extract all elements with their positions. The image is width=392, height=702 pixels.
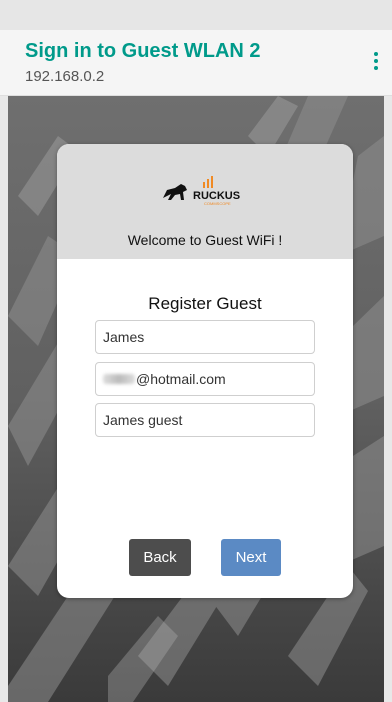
card-header: RUCKUS COMMSCOPE Welcome to Guest WiFi !	[57, 144, 353, 259]
page-title: Sign in to Guest WLAN 2	[25, 40, 261, 62]
app-header: Sign in to Guest WLAN 2 192.168.0.2	[0, 30, 392, 96]
email-input-value: @hotmail.com	[136, 371, 226, 387]
next-button[interactable]: Next	[221, 539, 281, 576]
description-input-value: James guest	[103, 412, 183, 428]
back-button[interactable]: Back	[129, 539, 191, 576]
name-input-value: James	[103, 329, 145, 345]
welcome-text: Welcome to Guest WiFi !	[127, 232, 283, 248]
page-subtitle: 192.168.0.2	[25, 68, 105, 85]
description-input[interactable]: James guest	[95, 403, 315, 437]
email-input[interactable]: @hotmail.com	[95, 362, 315, 396]
ruckus-logo: RUCKUS COMMSCOPE	[163, 176, 240, 206]
more-vert-icon[interactable]	[368, 48, 384, 74]
form-title: Register Guest	[148, 294, 262, 313]
name-input[interactable]: James	[95, 320, 315, 354]
logo-subtext: COMMSCOPE	[204, 201, 231, 206]
guest-login-card: RUCKUS COMMSCOPE Welcome to Guest WiFi !…	[57, 144, 353, 598]
status-bar	[0, 0, 392, 30]
redacted-email-blur	[103, 374, 135, 384]
